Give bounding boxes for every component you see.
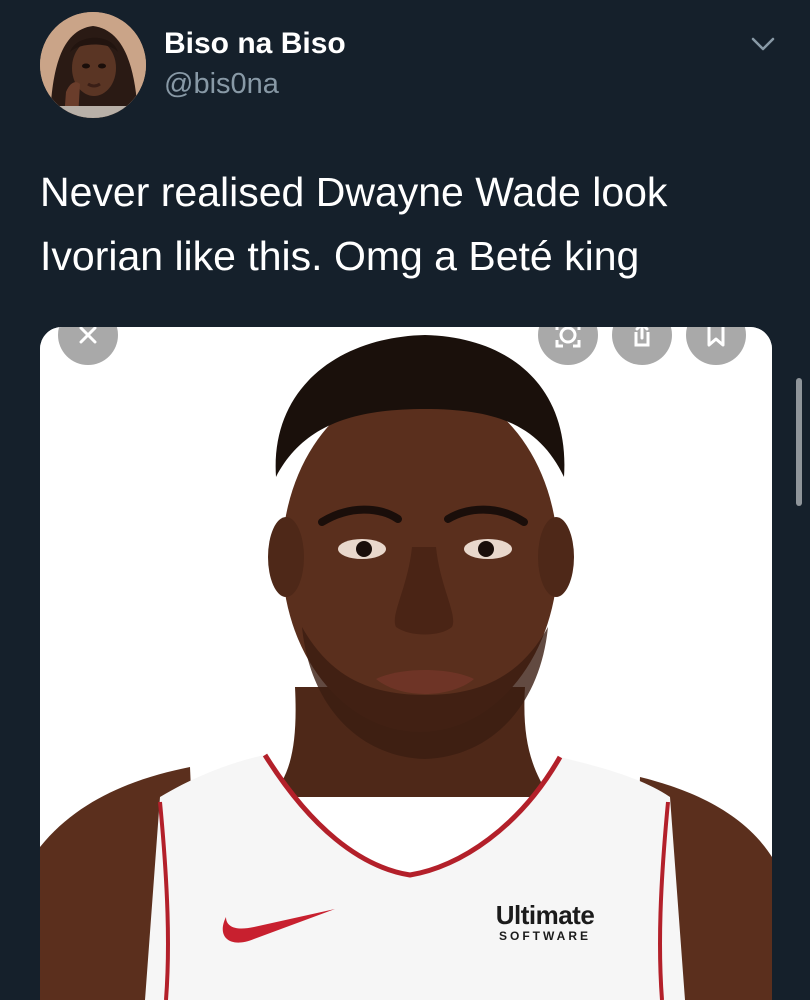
author-handle[interactable]: @bis0na xyxy=(164,68,279,101)
chevron-down-icon[interactable] xyxy=(748,32,778,56)
tweet-text: Never realised Dwayne Wade look Ivorian … xyxy=(40,169,668,279)
tweet-media-image[interactable]: Ultimate SOFTWARE xyxy=(40,327,772,1000)
author-display-name[interactable]: Biso na Biso xyxy=(164,27,346,61)
jersey-logo-line1: Ultimate xyxy=(495,900,595,930)
jersey-logo-line2: SOFTWARE xyxy=(499,929,591,943)
jersey-logo: Ultimate SOFTWARE xyxy=(486,901,604,943)
author-avatar[interactable] xyxy=(40,12,146,118)
scrollbar-thumb[interactable] xyxy=(796,378,802,506)
